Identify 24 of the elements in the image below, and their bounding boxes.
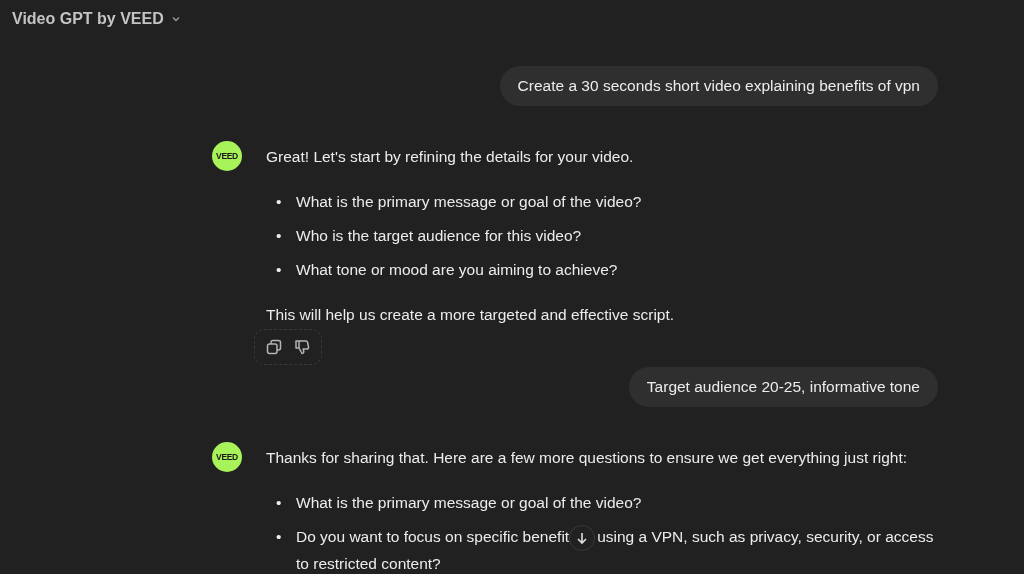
message-text: Thanks for sharing that. Here are a few more questions to ensure we get everything just right: — [266, 448, 908, 468]
veed-avatar: VEED — [212, 442, 242, 472]
bullet-item: Who is the target audience for this video? — [296, 226, 583, 246]
veed-avatar: VEED — [212, 141, 242, 171]
bullet-marker: • — [276, 527, 282, 547]
thumbs-down-icon[interactable] — [293, 338, 311, 356]
message-text: Great! Let's start by refining the details for your video. — [266, 147, 635, 167]
bullet-item: What is the primary message or goal of the video? — [296, 192, 643, 212]
bullet-item: using a VPN, such as privacy, security, or access — [597, 528, 934, 545]
bullet-item: Do you want to focus on specific benefit — [296, 528, 570, 545]
arrow-down-icon — [575, 530, 590, 545]
scroll-down-button[interactable] — [569, 524, 596, 551]
user-message: Create a 30 seconds short video explaining benefits of vpn — [499, 66, 938, 106]
bullet-marker: • — [276, 226, 282, 246]
bullet-item: What tone or mood are you aiming to achieve? — [296, 260, 619, 280]
bullet-marker: • — [276, 192, 282, 212]
bullet-marker: • — [276, 493, 282, 513]
message-text: This will help us create a more targeted and effective script. — [266, 305, 676, 325]
user-message: Target audience 20-25, informative tone — [628, 367, 938, 407]
bullet-item: What is the primary message or goal of the video? — [296, 493, 643, 513]
copy-icon[interactable] — [265, 338, 283, 356]
chat-title[interactable]: Video GPT by VEED — [12, 10, 164, 28]
bullet-marker: • — [276, 260, 282, 280]
bullet-item: to restricted content? — [296, 553, 441, 574]
